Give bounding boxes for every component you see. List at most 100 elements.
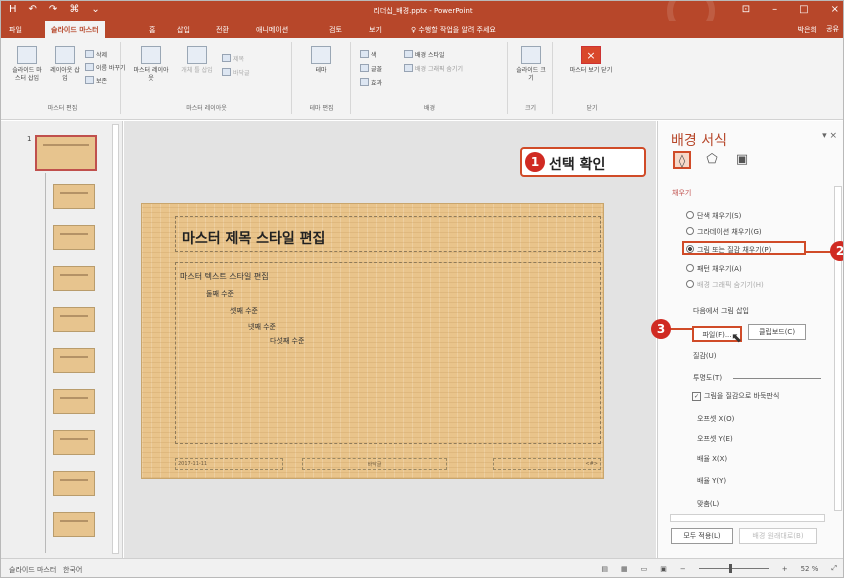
user-name[interactable]: 박은희 — [798, 25, 817, 35]
background-styles-button[interactable]: 배경 스타일 — [404, 50, 445, 59]
tab-home[interactable]: 홈 — [149, 25, 155, 35]
thumbnail-scrollbar[interactable] — [112, 124, 119, 554]
group-background: 색 글꼴 효과 배경 스타일 배경 그래픽 숨기기 배경 — [352, 42, 508, 114]
layout-thumbnail[interactable] — [53, 184, 95, 209]
transparency-slider[interactable] — [733, 378, 821, 379]
reading-view-icon[interactable]: ▭ — [641, 565, 648, 573]
zoom-in-icon[interactable]: + — [782, 565, 788, 573]
ribbon-tabs: 파일 슬라이드 마스터 홈 삽입 전환 애니메이션 검토 보기 ♀ 수행할 작업… — [1, 21, 843, 38]
clipboard-button[interactable]: 클립보드(C) — [748, 324, 806, 340]
insert-picture-label: 다음에서 그림 삽입 — [693, 307, 749, 315]
tab-view[interactable]: 보기 — [369, 25, 382, 35]
callout-number-1: 1 — [525, 152, 545, 172]
group-label: 테마 편집 — [309, 105, 334, 112]
normal-view-icon[interactable]: ▤ — [601, 565, 608, 573]
theme-button[interactable]: 테마 — [305, 46, 337, 75]
master-layout-icon — [141, 46, 161, 64]
hide-background-radio[interactable]: 배경 그래픽 숨기기(H) — [686, 280, 764, 290]
callout-number-3: 3 — [651, 319, 671, 339]
tab-transitions[interactable]: 전환 — [216, 25, 229, 35]
window-controls: ⊡ – □ × — [742, 4, 839, 15]
paint-bucket-icon[interactable]: ◊ — [673, 151, 691, 169]
colors-button[interactable]: 색 — [360, 50, 377, 59]
tile-picture-checkbox[interactable]: 그림을 질감으로 바둑판식 — [692, 391, 779, 401]
language[interactable]: 한국어 — [63, 566, 82, 574]
layout-thumbnail[interactable] — [53, 266, 95, 291]
slide-size-button[interactable]: 슬라이드 크기 — [515, 46, 547, 83]
ribbon-display-icon[interactable]: ⊡ — [742, 4, 750, 15]
image-icon[interactable]: ▣ — [733, 151, 751, 169]
gradient-fill-radio[interactable]: 그라데이션 채우기(G) — [686, 227, 762, 237]
slide-show-icon[interactable]: ▣ — [660, 565, 667, 573]
slide-number-placeholder[interactable]: <#> — [493, 458, 601, 470]
title-bar: H ↶ ↷ ⌘ ⌄ 리더십_배경.pptx - PowerPoint ⊡ – □… — [1, 1, 843, 35]
fit-slide-icon[interactable]: ⤢ — [831, 564, 837, 573]
reset-background-button[interactable]: 배경 원래대로(B) — [739, 528, 817, 544]
solid-fill-radio[interactable]: 단색 채우기(S) — [686, 211, 741, 221]
callout-number-2: 2 — [830, 241, 843, 261]
zoom-out-icon[interactable]: − — [680, 565, 686, 573]
layout-thumbnail[interactable] — [53, 389, 95, 414]
layout-thumbnail[interactable] — [53, 348, 95, 373]
pane-horizontal-scrollbar[interactable] — [670, 514, 825, 522]
fonts-button[interactable]: 글꼴 — [360, 64, 382, 73]
hide-background-graphics-checkbox[interactable]: 배경 그래픽 숨기기 — [404, 64, 463, 73]
tell-me-search[interactable]: ♀ 수행할 작업을 알려 주세요 — [411, 25, 496, 35]
footer-checkbox[interactable]: 바닥글 — [222, 68, 250, 77]
status-bar: 슬라이드 마스터 한국어 ▤ ▦ ▭ ▣ − + 52 % ⤢ — [1, 558, 843, 577]
master-layout-button[interactable]: 마스터 레이아웃 — [132, 46, 170, 83]
fill-section-label[interactable]: 채우기 — [672, 188, 691, 198]
tab-slide-master[interactable]: 슬라이드 마스터 — [45, 21, 105, 38]
layout-thumbnail[interactable] — [53, 512, 95, 537]
bullet-level-1: 마스터 텍스트 스타일 편집 — [180, 272, 269, 281]
maximize-icon[interactable]: □ — [799, 4, 808, 15]
close-icon[interactable]: × — [831, 4, 839, 15]
tab-animations[interactable]: 애니메이션 — [256, 25, 288, 35]
body-placeholder[interactable]: 마스터 텍스트 스타일 편집 둘째 수준 셋째 수준 넷째 수준 다섯째 수준 — [175, 262, 601, 444]
date-placeholder[interactable]: 2017-11-11 — [175, 458, 283, 470]
tab-insert[interactable]: 삽입 — [177, 25, 190, 35]
group-label: 크기 — [524, 105, 537, 112]
pane-scrollbar[interactable] — [834, 186, 842, 511]
texture-label[interactable]: 질감(U) — [693, 351, 716, 361]
insert-slide-master-button[interactable]: 슬라이드 마 스터 삽입 — [12, 46, 42, 83]
pattern-fill-radio[interactable]: 패턴 채우기(A) — [686, 264, 742, 274]
group-edit-theme: 테마 테마 편집 — [293, 42, 351, 114]
slide-master[interactable]: 마스터 제목 스타일 편집 마스터 텍스트 스타일 편집 둘째 수준 셋째 수준… — [141, 203, 604, 479]
effects-button[interactable]: 효과 — [360, 78, 382, 87]
layout-thumbnail[interactable] — [53, 225, 95, 250]
apply-to-all-button[interactable]: 모두 적용(L) — [671, 528, 733, 544]
layout-tree-line — [45, 173, 46, 553]
scale-x-label: 배율 X(X) — [697, 455, 728, 463]
mouse-cursor-icon: ⬉ — [731, 331, 742, 346]
slide-sorter-icon[interactable]: ▦ — [621, 565, 628, 573]
share-button[interactable]: 공유 — [826, 24, 839, 34]
zoom-level[interactable]: 52 % — [801, 565, 819, 573]
picture-texture-fill-radio[interactable]: 그림 또는 질감 채우기(P) — [686, 245, 771, 255]
slide-editing-area: 마스터 제목 스타일 편집 마스터 텍스트 스타일 편집 둘째 수준 셋째 수준… — [124, 121, 656, 558]
preserve-button[interactable]: 보존 — [85, 76, 107, 85]
close-master-view-button[interactable]: × 마스터 보기 닫기 — [562, 46, 620, 75]
layout-thumbnail[interactable] — [53, 307, 95, 332]
rename-button[interactable]: 이름 바꾸기 — [85, 63, 126, 72]
footer-placeholder[interactable]: 바닥글 — [302, 458, 447, 470]
minimize-icon[interactable]: – — [772, 4, 777, 15]
layout-thumbnail[interactable] — [53, 471, 95, 496]
layout-thumbnail[interactable] — [53, 430, 95, 455]
tab-file[interactable]: 파일 — [9, 25, 22, 35]
title-checkbox[interactable]: 제목 — [222, 54, 244, 63]
tab-review[interactable]: 검토 — [329, 25, 342, 35]
slide-title: 마스터 제목 스타일 편집 — [182, 231, 326, 247]
ribbon: 슬라이드 마 스터 삽입 레이아웃 삽입 삭제 이름 바꾸기 보존 마스터 편집… — [1, 38, 843, 120]
pentagon-icon[interactable]: ⬠ — [703, 151, 721, 169]
zoom-slider[interactable] — [698, 564, 769, 573]
slide-master-thumbnail[interactable] — [35, 135, 97, 171]
delete-button[interactable]: 삭제 — [85, 50, 107, 59]
group-edit-master: 슬라이드 마 스터 삽입 레이아웃 삽입 삭제 이름 바꾸기 보존 마스터 편집 — [5, 42, 126, 114]
title-placeholder[interactable]: 마스터 제목 스타일 편집 — [175, 216, 601, 252]
offset-x-label: 오프셋 X(O) — [697, 415, 735, 423]
pane-controls[interactable]: ▾ × — [822, 131, 837, 141]
bullet-level-2: 둘째 수준 — [206, 290, 234, 298]
insert-placeholder-button[interactable]: 개체 틀 삽입 — [177, 46, 217, 75]
insert-layout-button[interactable]: 레이아웃 삽입 — [50, 46, 80, 83]
